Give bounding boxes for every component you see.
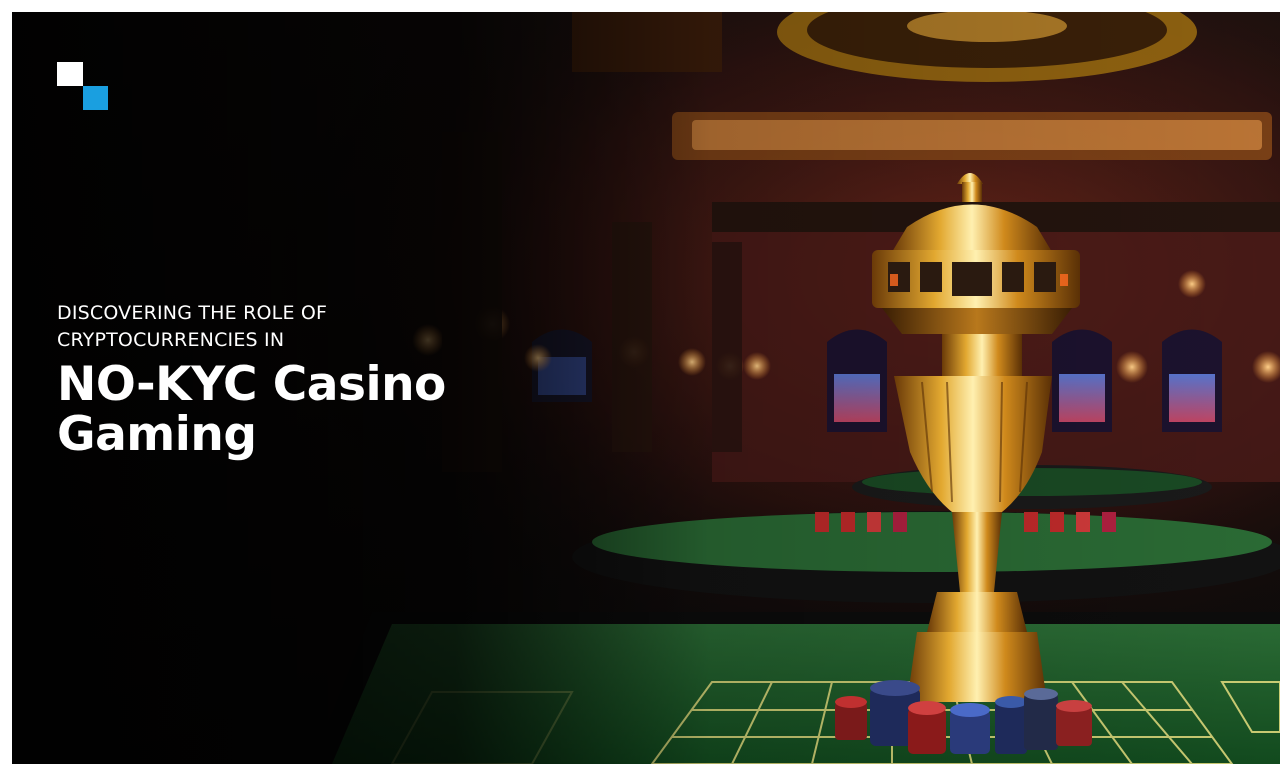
title-line-1: NO-KYC Casino (57, 357, 446, 412)
kicker-text: DISCOVERING THE ROLE OF CRYPTOCURRENCIES… (57, 300, 517, 354)
kicker-line-1: DISCOVERING THE ROLE OF (57, 302, 328, 324)
title-line-2: Gaming (57, 407, 257, 462)
logo-white-square (57, 62, 83, 86)
kicker-line-2: CRYPTOCURRENCIES IN (57, 329, 285, 351)
logo-blue-square (83, 86, 108, 110)
banner-headline: DISCOVERING THE ROLE OF CRYPTOCURRENCIES… (57, 300, 517, 460)
brand-logo-icon[interactable] (57, 62, 109, 112)
hero-banner: DISCOVERING THE ROLE OF CRYPTOCURRENCIES… (12, 12, 1280, 764)
banner-title: NO-KYC Casino Gaming (57, 360, 517, 460)
